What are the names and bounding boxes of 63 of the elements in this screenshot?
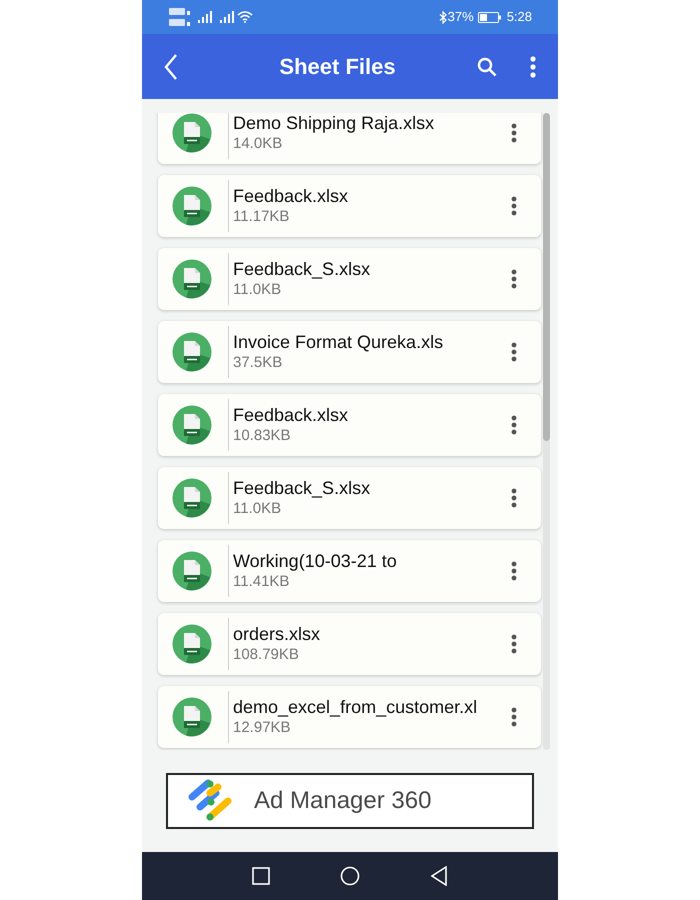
file-name: Invoice Format Qureka.xls <box>233 331 444 353</box>
scrollbar-thumb[interactable] <box>543 113 550 441</box>
file-card[interactable]: Working(10-03-21 to 11.41KB <box>158 540 541 602</box>
signal-icon <box>220 11 234 23</box>
sheet-file-icon <box>172 259 212 299</box>
file-name: Demo Shipping Raja.xlsx <box>233 113 436 134</box>
sheet-file-icon <box>172 405 212 445</box>
sheet-file-icon <box>172 624 212 664</box>
file-card[interactable]: orders.xlsx 108.79KB <box>158 613 541 675</box>
file-size: 11.41KB <box>233 572 290 592</box>
file-card[interactable]: demo_excel_from_customer.xl 12.97KB <box>158 686 541 748</box>
sheet-file-icon <box>172 697 212 737</box>
file-card[interactable]: Feedback.xlsx 10.83KB <box>158 394 541 456</box>
file-name: Feedback.xlsx <box>233 185 350 207</box>
more-options-icon[interactable] <box>511 415 517 435</box>
screen-title: Sheet Files <box>278 53 397 81</box>
more-options-icon[interactable] <box>511 488 517 508</box>
recent-apps-icon[interactable] <box>252 867 270 885</box>
file-card[interactable]: Invoice Format Qureka.xls 37.5KB <box>158 321 541 383</box>
bluetooth-icon <box>438 10 447 24</box>
more-options-icon[interactable] <box>511 342 517 362</box>
file-card[interactable]: Demo Shipping Raja.xlsx 14.0KB <box>158 113 541 164</box>
sheet-file-icon <box>172 551 212 591</box>
sheet-file-icon <box>172 186 212 226</box>
file-card[interactable]: Feedback.xlsx 11.17KB <box>158 175 541 237</box>
file-size: 11.0KB <box>233 280 282 300</box>
file-size: 11.17KB <box>233 207 290 227</box>
ad-banner[interactable]: Ad Manager 360 <box>166 773 534 829</box>
file-card[interactable]: Feedback_S.xlsx 11.0KB <box>158 248 541 310</box>
file-name: Feedback.xlsx <box>233 404 350 426</box>
file-size: 14.0KB <box>233 134 284 154</box>
file-name: demo_excel_from_customer.xl <box>233 696 478 718</box>
battery-percent: 37% <box>448 8 474 26</box>
file-size: 11.0KB <box>233 499 282 519</box>
ad-text: Ad Manager 360 <box>254 786 432 816</box>
file-size: 108.79KB <box>233 645 300 665</box>
wifi-icon <box>237 11 253 23</box>
signal-icon <box>198 11 212 23</box>
more-options-icon[interactable] <box>511 269 517 289</box>
home-icon[interactable] <box>340 866 360 886</box>
file-size: 12.97KB <box>233 718 292 738</box>
ad-manager-logo-icon <box>188 779 234 823</box>
more-options-icon[interactable] <box>511 634 517 654</box>
file-name: Feedback_S.xlsx <box>233 477 372 499</box>
file-name: Feedback_S.xlsx <box>233 258 372 280</box>
more-options-icon[interactable] <box>511 123 517 143</box>
file-size: 10.83KB <box>233 426 292 446</box>
sheet-file-icon <box>172 113 212 153</box>
file-size: 37.5KB <box>233 353 284 373</box>
sim-card-icon <box>168 6 192 28</box>
search-icon[interactable] <box>477 56 497 76</box>
sheet-file-icon <box>172 332 212 372</box>
more-options-icon[interactable] <box>511 561 517 581</box>
back-icon[interactable] <box>430 866 448 886</box>
file-name: orders.xlsx <box>233 623 322 645</box>
more-options-icon[interactable] <box>511 707 517 727</box>
clock-time: 5:28 <box>506 8 532 26</box>
more-options-icon[interactable] <box>530 56 536 78</box>
battery-icon <box>478 12 502 22</box>
more-options-icon[interactable] <box>511 196 517 216</box>
file-card[interactable]: Feedback_S.xlsx 11.0KB <box>158 467 541 529</box>
sheet-file-icon <box>172 478 212 518</box>
file-name: Working(10-03-21 to <box>233 550 398 572</box>
